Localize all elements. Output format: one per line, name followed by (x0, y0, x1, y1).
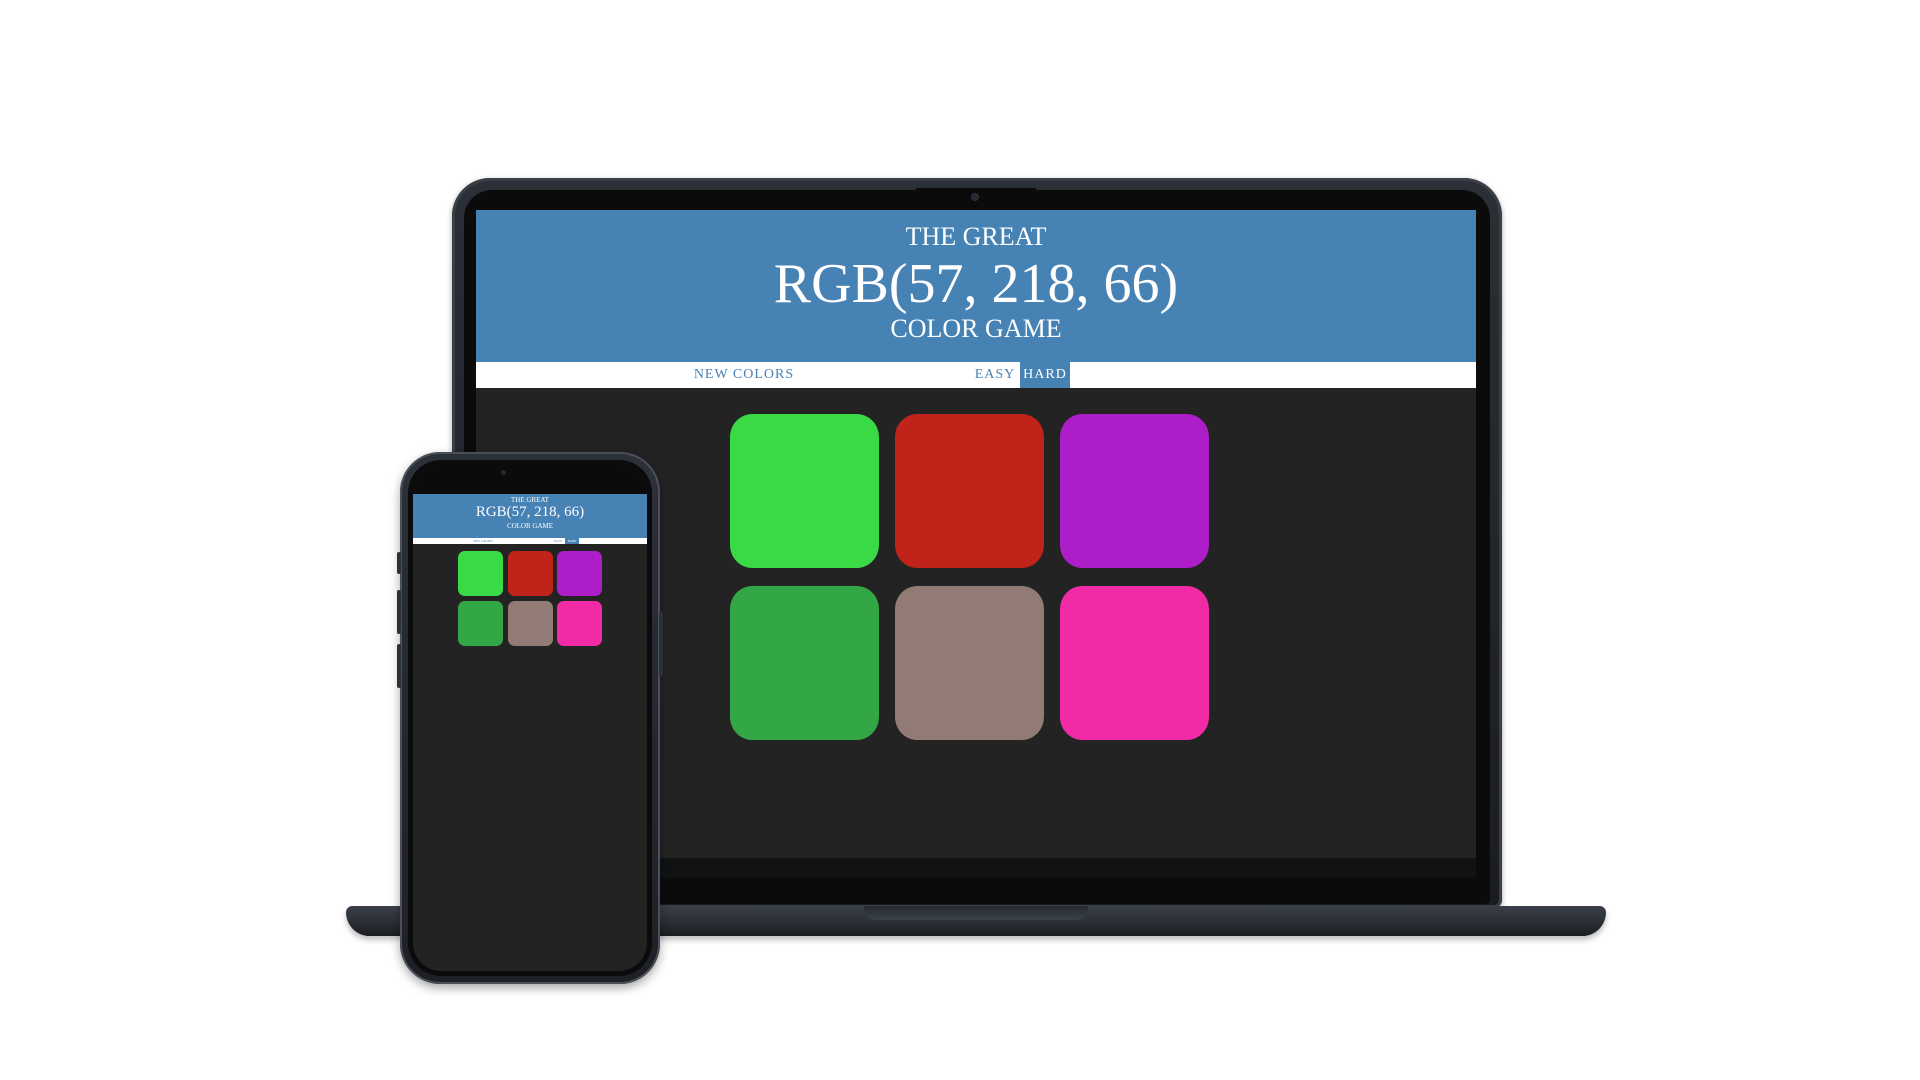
color-square[interactable] (895, 414, 1044, 568)
title-bottom: COLOR GAME (890, 314, 1062, 343)
game-header: THE GREAT RGB(57, 218, 66) COLOR GAME (476, 210, 1476, 362)
title-top: THE GREAT (905, 222, 1047, 251)
phone-body: THE GREAT RGB(57, 218, 66) COLOR GAME NE… (397, 452, 663, 984)
phone-notch (477, 465, 583, 483)
phone-volume-down (397, 644, 401, 688)
easy-mode-button-mobile[interactable]: EASY (551, 538, 565, 544)
title-top-mobile: THE GREAT (511, 496, 549, 504)
color-square[interactable] (1060, 586, 1209, 740)
target-color-display-mobile: RGB(57, 218, 66) (475, 504, 585, 520)
game-nav-bar: NEW COLORS EASY HARD (476, 362, 1476, 388)
laptop-trackpad-notch (864, 906, 1088, 920)
hard-mode-button-mobile[interactable]: HARD (565, 538, 579, 544)
game-header-mobile: THE GREAT RGB(57, 218, 66) COLOR GAME (413, 494, 647, 538)
target-color-display: RGB(57, 218, 66) (773, 253, 1179, 315)
new-colors-button[interactable]: NEW COLORS (684, 362, 804, 388)
device-mockup-stage: THE GREAT RGB(57, 218, 66) COLOR GAME NE… (0, 0, 1920, 1080)
phone-mute-switch (397, 552, 401, 574)
color-square[interactable] (895, 586, 1044, 740)
color-square-mobile[interactable] (557, 551, 602, 596)
easy-mode-button[interactable]: EASY (970, 362, 1020, 388)
laptop-notch (916, 188, 1036, 210)
phone-screen: THE GREAT RGB(57, 218, 66) COLOR GAME NE… (413, 465, 647, 971)
hard-mode-button[interactable]: HARD (1020, 362, 1070, 388)
color-square-mobile[interactable] (557, 601, 602, 646)
color-square-mobile[interactable] (458, 601, 503, 646)
color-square[interactable] (1060, 414, 1209, 568)
new-colors-button-mobile[interactable]: NEW COLORS (463, 538, 503, 544)
color-square-mobile[interactable] (508, 551, 553, 596)
phone-camera-icon (501, 470, 506, 475)
game-nav-bar-mobile: NEW COLORS EASY HARD (413, 538, 647, 544)
phone-volume-up (397, 590, 401, 634)
phone-power-button (659, 612, 663, 676)
color-square[interactable] (730, 586, 879, 740)
color-square-mobile[interactable] (458, 551, 503, 596)
color-square[interactable] (730, 414, 879, 568)
color-square-mobile[interactable] (508, 601, 553, 646)
laptop-camera-icon (972, 194, 978, 200)
title-bottom-mobile: COLOR GAME (506, 522, 554, 530)
